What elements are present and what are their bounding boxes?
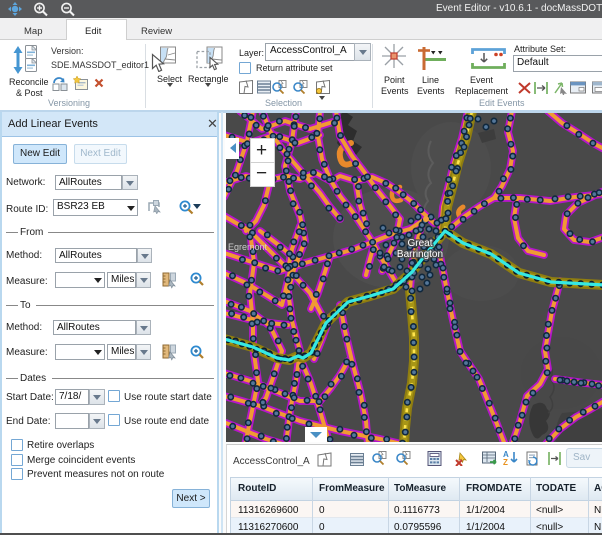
svg-text:Barrington: Barrington — [397, 249, 443, 260]
svg-text:Great: Great — [407, 238, 432, 249]
svg-text:Egremont: Egremont — [228, 242, 268, 252]
svg-text:Z: Z — [503, 458, 508, 466]
